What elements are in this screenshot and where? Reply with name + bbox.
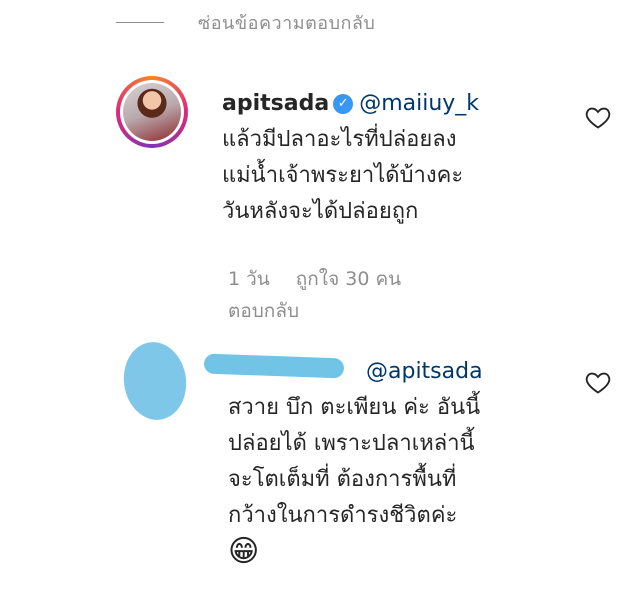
- like-count[interactable]: ถูกใจ 30 คน: [296, 268, 401, 290]
- mention-link[interactable]: @apitsada: [366, 359, 483, 384]
- hide-replies-label: ซ่อนข้อความตอบกลับ: [198, 12, 376, 34]
- comment-line: วันหลังจะได้ปล่อยถูก: [222, 199, 419, 224]
- comment-line: แล้วมีปลาอะไรที่ปล่อยลง: [222, 127, 457, 152]
- comment-body: @apitsada สวาย บึก ตะเพียน ค่ะ อันนี้ ปล…: [228, 354, 568, 573]
- heart-outline-icon[interactable]: [584, 103, 612, 131]
- comment-line: แม่น้ำเจ้าพระยาได้บ้างคะ: [222, 163, 464, 188]
- comment-meta: 1 วัน ถูกใจ 30 คน: [228, 264, 427, 294]
- divider-line: [116, 21, 164, 23]
- comment-line: ปล่อยได้ เพราะปลาเหล่านี้: [228, 431, 475, 456]
- comment-line: จะโตเต็มที่ ต้องการพื้นที่: [228, 467, 457, 492]
- mention-link[interactable]: @maiiuy_k: [359, 91, 479, 116]
- avatar-photo: [123, 83, 181, 141]
- redacted-avatar: [118, 338, 192, 424]
- reply-button[interactable]: ตอบกลับ: [228, 296, 299, 326]
- hide-replies-toggle[interactable]: ซ่อนข้อความตอบกลับ: [116, 8, 375, 36]
- username[interactable]: apitsada: [222, 91, 329, 116]
- comment-line: กว้างในการดำรงชีวิตค่ะ: [228, 503, 458, 528]
- verified-badge-icon: ✓: [333, 94, 354, 114]
- avatar[interactable]: [116, 76, 188, 148]
- grinning-emoji-icon: 😁: [228, 534, 260, 569]
- comment-body: apitsada ✓ @maiiuy_k แล้วมีปลาอะไรที่ปล่อย…: [222, 86, 562, 230]
- timestamp[interactable]: 1 วัน: [228, 268, 270, 290]
- comment-line: สวาย บึก ตะเพียน ค่ะ อันนี้: [228, 395, 481, 420]
- heart-outline-icon[interactable]: [584, 368, 612, 396]
